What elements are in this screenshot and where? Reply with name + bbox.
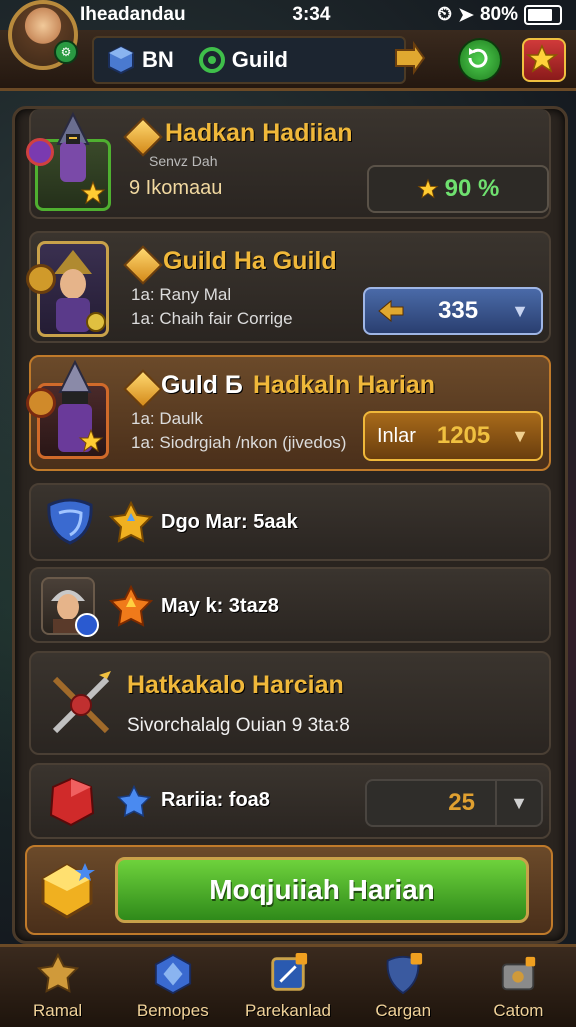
list-item[interactable]: Hadkan Hadiian Senvz Dah 9 Ikomaau 90 % — [26, 109, 551, 219]
row-line-2: 1a: Chaih fair Corrige — [131, 309, 293, 328]
spellbook-icon — [271, 953, 308, 991]
blue-shield-icon — [47, 498, 93, 545]
tab-guild-label: Guild — [231, 47, 288, 72]
clock: 3:34 — [292, 4, 331, 25]
tab-guild[interactable]: Guild — [186, 38, 300, 82]
score-button[interactable]: 335 ▼ — [363, 287, 543, 335]
chest-nav-icon — [502, 956, 536, 991]
blue-crest-icon — [154, 953, 191, 995]
fire-gem-icon — [26, 388, 56, 418]
star-icon — [525, 44, 559, 73]
gold-star-badge-icon — [109, 501, 153, 543]
blue-cube-icon — [108, 45, 134, 75]
list-item[interactable]: May k: 3taz8 — [29, 567, 551, 643]
row-title: Hadkan Hadiian — [165, 119, 353, 147]
gold-emblem-icon — [26, 264, 56, 294]
shield-nav-icon — [386, 953, 423, 995]
progress-value: 90 % — [444, 175, 500, 202]
purple-gem-icon — [26, 138, 54, 166]
row-label: May k: 3taz8 — [161, 595, 279, 617]
nav-item-bemopes[interactable]: Bemopes — [115, 947, 230, 1027]
score-value: 335 — [438, 297, 479, 324]
row-info: 9 Ikomaau — [129, 177, 223, 199]
nav-label: Bemopes — [136, 1001, 209, 1020]
row-title: Hadkaln Harian — [253, 371, 436, 399]
status-bar: Iheadandau 3:34 ⏲ ➤ 80% — [0, 0, 576, 30]
nav-label: Ramal — [33, 1001, 83, 1020]
reward-button[interactable]: Inlar 1205 ▼ — [363, 411, 543, 461]
chevron-down-icon: ▼ — [511, 425, 529, 446]
chevron-down-icon: ▼ — [511, 300, 529, 321]
hero-portrait-knight-small — [41, 577, 99, 637]
header-tabs: BN Guild — [92, 36, 426, 84]
chevron-down-icon: ▼ — [495, 781, 541, 825]
row-title: Hatkakalo Harcian — [127, 671, 344, 699]
hero-portrait-elf — [26, 241, 109, 337]
row-line-1: 1a: Rany Mal — [131, 285, 232, 304]
claim-daily-label: Moqjuiiah Harian — [209, 874, 435, 905]
gold-star-icon — [80, 180, 106, 205]
row-subtitle: Senvz Dah — [149, 153, 218, 169]
hero-portrait-knight — [26, 111, 111, 211]
gold-gem-chest-icon — [41, 863, 95, 919]
progress-value-box: 90 % — [367, 165, 549, 213]
gold-star-nav-icon — [36, 953, 79, 993]
battery-icon — [523, 5, 562, 25]
list-item[interactable]: Rariia: foa8 25 ▼ — [29, 763, 551, 839]
list-item[interactable]: Guild Ha Guild 1a: Rany Mal 1a: Chaih fa… — [26, 231, 551, 343]
row-label: Rariia: foa8 — [161, 789, 270, 811]
claim-daily-button[interactable]: Moqjuiiah Harian — [115, 857, 529, 923]
tab-bn-label: BN — [142, 47, 174, 72]
row-label: Dgo Mar: 5aak — [161, 511, 298, 533]
nav-label: Cargan — [375, 1001, 432, 1020]
rank-gem-icon — [123, 369, 163, 409]
fire-star-icon — [109, 585, 153, 627]
nav-item-ramal[interactable]: Ramal — [0, 947, 115, 1027]
quantity-value: 25 — [448, 789, 475, 816]
battery-label: 80% — [479, 4, 518, 25]
carrier-label: Iheadandau — [80, 4, 186, 25]
refresh-button[interactable] — [458, 38, 502, 82]
bottom-nav: Ramal Bemopes Parekanlad Cargan Catom — [0, 944, 576, 1027]
guild-emblem-icon — [198, 47, 225, 73]
rank-gem-icon — [123, 245, 163, 285]
red-crystal-icon — [49, 777, 95, 827]
reward-value: 1205 — [436, 422, 491, 449]
gold-star-icon — [417, 178, 439, 199]
row-title: Guild Ha Guild — [163, 247, 337, 275]
crossed-weapons-icon — [52, 671, 111, 734]
tab-bn[interactable]: BN — [94, 38, 186, 82]
top-bar: BN Guild — [0, 30, 576, 91]
location-icon: ➤ — [458, 4, 474, 26]
row-line-1: 1a: Daulk — [131, 409, 203, 428]
level-badge-icon: ⚙ — [54, 40, 78, 64]
nav-item-cargan[interactable]: Cargan — [346, 947, 461, 1027]
nav-label: Parekanlad — [245, 1001, 332, 1020]
row-subtitle: Sivorchalalg Ouian 9 3ta:8 — [127, 715, 350, 736]
row-title-prefix: Guld Б — [161, 371, 243, 399]
blue-badge-icon — [75, 613, 99, 637]
gold-arrow-icon — [378, 299, 404, 323]
nav-item-catom[interactable]: Catom — [461, 947, 576, 1027]
gold-star-icon — [78, 428, 104, 453]
list-item-selected[interactable]: Guld Б Hadkaln Harian 1a: Daulk 1a: Siod… — [26, 355, 551, 471]
list-item[interactable]: Dgo Mar: 5aak — [29, 483, 551, 561]
guild-panel: Hadkan Hadiian Senvz Dah 9 Ikomaau 90 % … — [12, 106, 568, 944]
rank-gem-icon — [123, 117, 163, 157]
blue-star-icon — [117, 785, 151, 818]
status-right: ⏲ ➤ 80% — [437, 4, 562, 27]
refresh-icon — [468, 48, 488, 68]
favorites-button[interactable] — [522, 38, 566, 82]
arrow-right-icon[interactable] — [390, 40, 426, 76]
quantity-dropdown[interactable]: 25 ▼ — [365, 779, 543, 827]
reward-label: Inlar — [377, 424, 416, 447]
hero-portrait-mage — [26, 359, 109, 459]
nav-item-parekanlad[interactable]: Parekanlad — [230, 947, 345, 1027]
nav-label: Catom — [493, 1001, 544, 1020]
list-item[interactable]: Hatkakalo Harcian Sivorchalalg Ouian 9 3… — [29, 651, 551, 755]
row-line-2: 1a: Siodrgiah /nkon (jivedos) — [131, 433, 347, 452]
alarm-icon: ⏲ — [437, 4, 453, 25]
